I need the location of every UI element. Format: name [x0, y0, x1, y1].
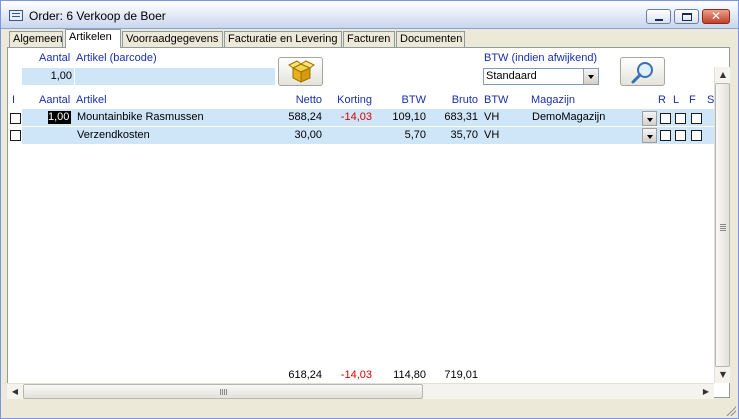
col-header-r: R	[658, 94, 666, 106]
row-2-checkbox[interactable]	[10, 130, 21, 141]
window-title: Order: 6 Verkoop de Boer	[29, 9, 166, 23]
form-icon	[9, 10, 23, 21]
row-2-magazijn-dropdown-icon[interactable]	[642, 128, 657, 143]
entry-aantal-value: 1,00	[50, 70, 72, 82]
status-bar	[1, 401, 738, 418]
add-article-button[interactable]	[278, 57, 323, 86]
row-2-artikel[interactable]: Verzendkosten	[77, 129, 150, 141]
col-header-bruto: Bruto	[451, 94, 478, 106]
scroll-up-icon[interactable]: ▲	[715, 67, 731, 83]
row-1-magazijn[interactable]: DemoMagazijn	[532, 111, 605, 123]
minimize-icon	[655, 19, 663, 21]
scroll-right-icon[interactable]: ▶	[698, 384, 714, 400]
row-1-aantal[interactable]: 1,00	[48, 111, 71, 124]
col-header-f: F	[689, 94, 696, 106]
row-2-l-checkbox[interactable]	[675, 130, 686, 141]
row-1-magazijn-dropdown-icon[interactable]	[642, 111, 657, 126]
search-button[interactable]	[620, 57, 665, 86]
row-1-l-checkbox[interactable]	[675, 113, 686, 124]
total-korting: -14,03	[340, 369, 372, 381]
col-header-artikel: Artikel	[76, 94, 107, 106]
maximize-icon	[682, 13, 692, 21]
tab-facturen[interactable]: Facturen	[343, 31, 395, 47]
resize-grip-icon[interactable]	[726, 406, 736, 416]
tab-documenten[interactable]: Documenten	[396, 31, 465, 47]
vertical-scrollbar[interactable]: ▲ ▼	[714, 67, 730, 383]
col-header-aantal: Aantal	[39, 94, 71, 106]
horizontal-scrollbar[interactable]: ◀ ▶	[7, 383, 714, 399]
entry-artikel-label: Artikel (barcode)	[76, 52, 157, 64]
row-1-f-checkbox[interactable]	[691, 113, 702, 124]
tab-voorraadgegevens[interactable]: Voorraadgegevens	[122, 31, 223, 47]
col-header-btw-code: BTW	[484, 94, 509, 106]
scroll-down-icon[interactable]: ▼	[715, 367, 731, 383]
tab-facturatie-en-levering[interactable]: Facturatie en Levering	[224, 31, 342, 47]
tab-algemeen[interactable]: Algemeen	[9, 31, 63, 47]
horizontal-scroll-thumb[interactable]	[23, 384, 423, 399]
row-2-btw[interactable]: 5,70	[378, 129, 426, 141]
col-header-magazijn: Magazijn	[531, 94, 576, 106]
col-header-l: L	[673, 94, 680, 106]
magnifier-icon	[631, 62, 653, 84]
vertical-scroll-thumb[interactable]	[715, 83, 730, 367]
row-1-btw-code[interactable]: VH	[484, 111, 499, 123]
row-1-netto[interactable]: 588,24	[270, 111, 322, 123]
col-header-korting: Korting	[337, 94, 372, 106]
scroll-left-icon[interactable]: ◀	[7, 384, 23, 400]
artikelen-panel: Aantal Artikel (barcode) BTW (indien afw…	[7, 47, 730, 398]
total-netto: 618,24	[288, 369, 322, 381]
total-btw: 114,80	[393, 369, 426, 381]
grip-icon	[220, 389, 221, 395]
grip-icon	[720, 224, 726, 225]
row-1-korting[interactable]: -14,03	[326, 111, 372, 123]
title-bar[interactable]: Order: 6 Verkoop de Boer ✕	[1, 1, 738, 29]
chevron-down-icon[interactable]	[583, 69, 598, 84]
col-header-i: I	[12, 94, 16, 106]
btw-select-value: Standaard	[486, 70, 537, 82]
row-1-r-checkbox[interactable]	[660, 113, 671, 124]
row-2-r-checkbox[interactable]	[660, 130, 671, 141]
col-header-btw: BTW	[401, 94, 426, 106]
total-bruto: 719,01	[444, 369, 478, 381]
btw-select[interactable]: Standaard	[483, 68, 599, 85]
row-2-bruto[interactable]: 35,70	[428, 129, 478, 141]
open-box-icon	[288, 60, 315, 83]
tab-artikelen[interactable]: Artikelen	[65, 29, 121, 48]
row-1-checkbox[interactable]	[10, 113, 21, 124]
entry-aantal-label: Aantal	[39, 52, 71, 64]
order-window: Order: 6 Verkoop de Boer ✕ Algemeen Arti…	[0, 0, 739, 419]
row-2-btw-code[interactable]: VH	[484, 129, 499, 141]
close-icon: ✕	[710, 9, 722, 23]
entry-btw-label: BTW (indien afwijkend)	[484, 52, 598, 64]
row-1-aantal-value: 1,00	[48, 111, 70, 123]
row-1-bruto[interactable]: 683,31	[428, 111, 478, 123]
row-1-artikel[interactable]: Mountainbike Rasmussen	[77, 111, 204, 123]
entry-artikel-field[interactable]	[75, 68, 275, 85]
row-2-f-checkbox[interactable]	[691, 130, 702, 141]
row-2-netto[interactable]: 30,00	[270, 129, 322, 141]
col-header-netto: Netto	[295, 94, 322, 106]
entry-aantal-field[interactable]: 1,00	[22, 68, 74, 85]
maximize-button[interactable]	[674, 9, 699, 24]
row-1-btw[interactable]: 109,10	[378, 111, 426, 123]
minimize-button[interactable]	[646, 9, 671, 24]
close-button[interactable]: ✕	[702, 9, 730, 24]
